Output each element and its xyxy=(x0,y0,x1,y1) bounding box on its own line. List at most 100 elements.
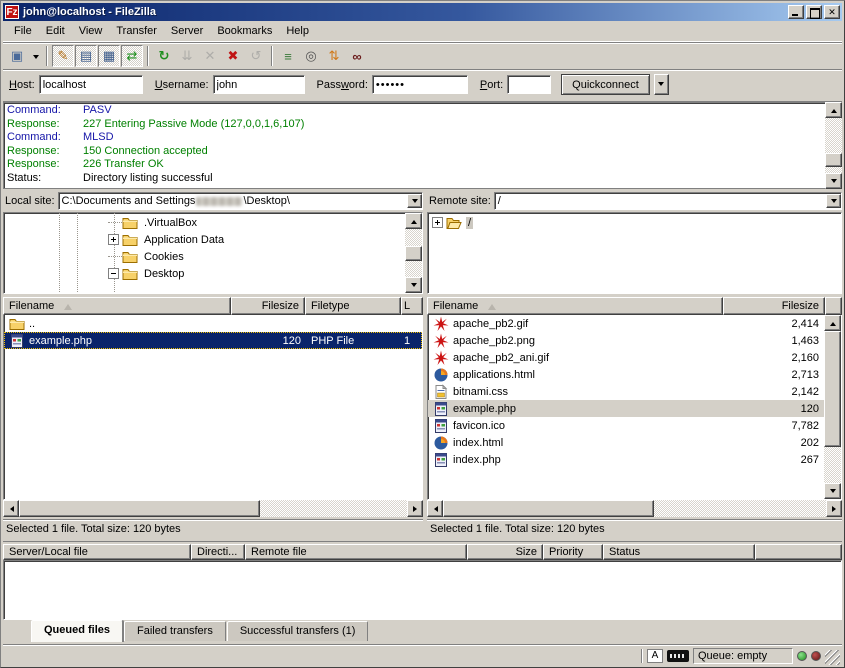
site-manager-icon[interactable]: ▣ xyxy=(6,45,28,67)
scroll-up-icon[interactable] xyxy=(825,102,842,118)
resize-grip[interactable] xyxy=(825,650,840,665)
combo-dropdown-icon[interactable] xyxy=(826,194,841,208)
menu-server[interactable]: Server xyxy=(164,23,210,39)
maximize-button[interactable] xyxy=(806,5,822,19)
column-priority[interactable]: Priority xyxy=(543,544,603,560)
sync-browsing-icon[interactable]: ⇅ xyxy=(323,45,345,67)
scrollbar-thumb[interactable] xyxy=(443,500,654,517)
local-site-combo[interactable]: C:\Documents and Settings\Desktop\ xyxy=(58,192,423,210)
menu-edit[interactable]: Edit xyxy=(39,23,72,39)
firefox-html-icon xyxy=(433,435,449,451)
menu-transfer[interactable]: Transfer xyxy=(109,23,164,39)
scrollbar-thumb[interactable] xyxy=(405,246,422,261)
window-title: john@localhost - FileZilla xyxy=(23,6,786,18)
menu-view[interactable]: View xyxy=(72,23,110,39)
title-bar[interactable]: Fz john@localhost - FileZilla xyxy=(3,3,842,21)
username-input[interactable] xyxy=(213,75,305,94)
password-input[interactable] xyxy=(372,75,468,94)
file-row-selected[interactable]: example.php 120 xyxy=(428,400,824,417)
file-row[interactable]: index.php 267 xyxy=(428,451,824,468)
scroll-up-icon[interactable] xyxy=(824,315,841,331)
column-filesize[interactable]: Filesize xyxy=(231,297,305,315)
scroll-right-icon[interactable] xyxy=(826,500,842,517)
scrollbar-thumb[interactable] xyxy=(825,153,842,167)
tree-item[interactable]: Cookies xyxy=(4,248,405,265)
combo-dropdown-icon[interactable] xyxy=(407,194,422,208)
remote-horizontal-scrollbar[interactable] xyxy=(427,500,842,517)
filter-icon[interactable]: ≡ xyxy=(277,45,299,67)
data-type-indicator-icon[interactable]: A xyxy=(647,649,663,663)
menu-file[interactable]: File xyxy=(7,23,39,39)
tab-failed-transfers[interactable]: Failed transfers xyxy=(124,621,226,641)
column-filename[interactable]: Filename xyxy=(427,297,723,315)
speed-limits-icon[interactable] xyxy=(667,650,689,662)
tree-item[interactable]: Desktop xyxy=(4,265,405,282)
column-filesize[interactable]: Filesize xyxy=(723,297,825,315)
directory-compare-icon[interactable]: ◎ xyxy=(300,45,322,67)
php-file-icon xyxy=(9,333,25,349)
column-remote-file[interactable]: Remote file xyxy=(245,544,467,560)
file-row[interactable]: bitnami.css 2,142 xyxy=(428,383,824,400)
find-files-icon[interactable]: ∞ xyxy=(346,45,368,67)
process-queue-icon[interactable]: ⇊ xyxy=(176,45,198,67)
scroll-up-icon[interactable] xyxy=(405,213,422,229)
tab-successful-transfers[interactable]: Successful transfers (1) xyxy=(227,621,369,641)
file-row[interactable]: applications.html 2,713 xyxy=(428,366,824,383)
port-input[interactable] xyxy=(507,75,551,94)
scrollbar-thumb[interactable] xyxy=(824,331,841,447)
toggle-local-tree-icon[interactable]: ▤ xyxy=(75,45,97,67)
scroll-left-icon[interactable] xyxy=(3,500,19,517)
tree-item[interactable]: Application Data xyxy=(4,231,405,248)
file-row[interactable]: index.html 202 xyxy=(428,434,824,451)
cancel-operation-icon[interactable]: ✕ xyxy=(199,45,221,67)
file-row[interactable]: apache_pb2.gif 2,414 xyxy=(428,315,824,332)
file-row[interactable]: .. xyxy=(4,315,422,332)
close-button[interactable] xyxy=(824,5,840,19)
local-tree-scrollbar[interactable] xyxy=(405,213,422,293)
main-split: Local site: C:\Documents and Settings\De… xyxy=(3,189,842,538)
scrollbar-thumb[interactable] xyxy=(19,500,260,517)
remote-site-combo[interactable]: / xyxy=(494,192,842,210)
expand-plus-icon[interactable] xyxy=(108,234,119,245)
column-status[interactable]: Status xyxy=(603,544,755,560)
quickconnect-dropdown-icon[interactable] xyxy=(654,74,669,95)
collapse-minus-icon[interactable] xyxy=(108,268,119,279)
host-input[interactable] xyxy=(39,75,143,94)
disconnect-icon[interactable]: ✖ xyxy=(222,45,244,67)
column-direction[interactable]: Directi... xyxy=(191,544,245,560)
quickconnect-button[interactable]: Quickconnect xyxy=(561,74,650,95)
toggle-remote-tree-icon[interactable]: ▦ xyxy=(98,45,120,67)
menu-bookmarks[interactable]: Bookmarks xyxy=(210,23,279,39)
reconnect-icon[interactable]: ↺ xyxy=(245,45,267,67)
column-server-local-file[interactable]: Server/Local file xyxy=(3,544,191,560)
log-scrollbar[interactable] xyxy=(825,102,842,189)
site-manager-dropdown-icon[interactable] xyxy=(29,45,42,67)
queue-list[interactable] xyxy=(3,560,842,620)
scroll-down-icon[interactable] xyxy=(825,173,842,189)
column-filename[interactable]: Filename xyxy=(3,297,231,315)
menu-help[interactable]: Help xyxy=(279,23,316,39)
remote-list-scrollbar[interactable] xyxy=(824,315,841,499)
scroll-down-icon[interactable] xyxy=(824,483,841,499)
column-last-modified[interactable]: L xyxy=(401,297,423,315)
file-row[interactable]: apache_pb2.png 1,463 xyxy=(428,332,824,349)
tab-queued-files[interactable]: Queued files xyxy=(31,620,123,642)
port-label: Port: xyxy=(480,79,503,91)
toggle-log-icon[interactable]: ✎ xyxy=(52,45,74,67)
filezilla-window: Fz john@localhost - FileZilla File Edit … xyxy=(0,0,845,668)
file-row[interactable]: apache_pb2_ani.gif 2,160 xyxy=(428,349,824,366)
file-row-selected[interactable]: example.php 120 PHP File 1 xyxy=(4,332,422,349)
local-horizontal-scrollbar[interactable] xyxy=(3,500,423,517)
scroll-right-icon[interactable] xyxy=(407,500,423,517)
column-size[interactable]: Size xyxy=(467,544,543,560)
column-filetype[interactable]: Filetype xyxy=(305,297,401,315)
scroll-down-icon[interactable] xyxy=(405,277,422,293)
toggle-queue-icon[interactable]: ⇄ xyxy=(121,45,143,67)
minimize-button[interactable] xyxy=(788,5,804,19)
expand-plus-icon[interactable] xyxy=(432,217,443,228)
tree-item[interactable]: .VirtualBox xyxy=(4,214,405,231)
refresh-icon[interactable]: ↻ xyxy=(153,45,175,67)
scroll-left-icon[interactable] xyxy=(427,500,443,517)
tree-item[interactable]: / xyxy=(428,214,841,231)
file-row[interactable]: favicon.ico 7,782 xyxy=(428,417,824,434)
